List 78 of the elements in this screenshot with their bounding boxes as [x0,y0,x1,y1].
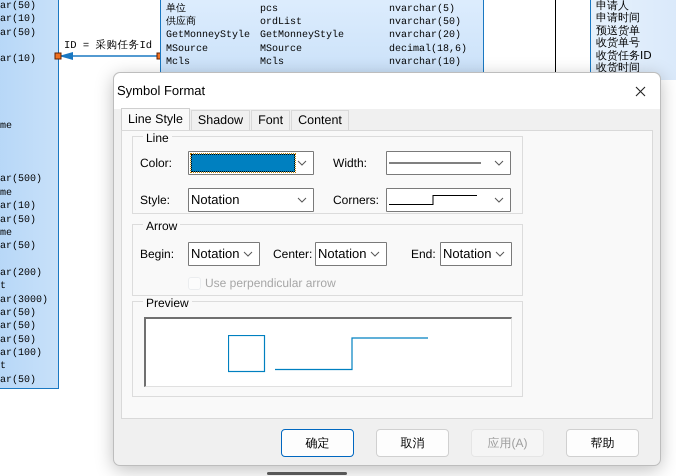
field-label: Style: [140,192,172,208]
chevron-icon [494,160,504,166]
selection-handle[interactable] [54,52,62,60]
style-dropdown[interactable]: Notation [188,188,314,212]
table-cell-text: 单位 [166,3,187,16]
field-type: ar(3000) [0,294,50,307]
dialog-button[interactable]: 确定 [281,429,354,457]
table-cell-text: nvarchar(50) [389,16,462,30]
field-label: Center: [273,246,314,263]
field-type: ar(50) [0,26,38,40]
chevron-icon [297,196,307,202]
field-type: ar(50) [0,0,38,14]
table-cell-text: MSource [260,42,304,56]
table-cell-text: GetMonneyStyle [166,29,252,43]
field-name: 收货单号 [596,37,641,50]
color-dropdown[interactable] [188,150,314,174]
chevron-icon [243,251,253,257]
dialog-button[interactable]: 取消 [376,429,449,457]
tab[interactable]: Line Style [121,108,190,130]
field-name: 申请时间 [596,12,641,25]
table-cell-text: MSource [166,42,210,56]
group-title: Preview [143,296,192,310]
chevron-icon [297,160,307,166]
field-name: 预送货单 [596,24,641,37]
field-type: t [0,360,8,374]
window-title: Symbol Format [117,82,206,100]
field-label: Begin: [140,246,176,263]
field-type: t [0,280,8,294]
field-type: ar(50) [0,214,38,227]
end-dropdown[interactable]: Notation [440,242,512,266]
table-cell-text: decimal(18,6) [389,42,468,56]
table-cell-text: nvarchar(20) [389,29,462,43]
field-type: ar(10) [0,13,38,27]
field-type: me [0,120,14,134]
relation-label: ID = 采购任务Id [64,39,152,54]
line-width-icon [389,160,481,164]
field-type: ar(200) [0,266,44,280]
field-type: ar(50) [0,334,38,347]
chevron-icon [370,251,380,257]
field-type: ar(10) [0,53,38,67]
checkbox-label: Use perpendicular arrow [205,275,336,292]
table-cell-text: Mcls [166,56,192,69]
field-type: ar(50) [0,240,38,254]
table-cell-text: 供应商 [166,16,197,30]
field-name: 收货任务ID [596,50,653,62]
dialog-button[interactable]: 帮助 [566,429,639,457]
begin-dropdown[interactable]: Notation [188,242,260,266]
field-type: me [0,226,14,240]
scrollbar-thumb[interactable] [267,472,347,475]
width-dropdown[interactable] [386,150,511,174]
field-type: ar(50) [0,374,38,387]
field-name: 申请人 [596,0,630,12]
group-title: Line [143,131,172,145]
tab[interactable]: Content [291,110,349,130]
table-cell-text: nvarchar(5) [389,3,456,16]
chevron-icon [495,251,505,257]
field-type: ar(100) [0,346,44,360]
table-cell-text: GetMonneyStyle [260,29,346,43]
field-type: ar(500) [0,173,44,187]
table-cell-text: pcs [260,3,280,16]
field-label: Width: [333,154,368,172]
table-cell-text: nvarchar(10) [389,56,462,69]
field-label: Corners: [333,192,380,208]
field-label: End: [411,246,437,263]
tab[interactable]: Font [251,110,290,130]
field-label: Color: [140,154,174,172]
corners-dropdown[interactable] [386,188,511,212]
center-dropdown[interactable]: Notation [315,242,387,266]
field-type: ar(50) [0,320,38,334]
tab[interactable]: Shadow [190,110,250,130]
group-title: Arrow [143,219,180,233]
table-cell-text: ordList [260,16,304,30]
chevron-icon [494,196,504,202]
field-type: ar(50) [0,306,38,320]
field-type: me [0,186,14,200]
close-icon [634,86,646,96]
field-type: ar(10) [0,200,38,214]
table-cell-text: Mcls [260,56,286,69]
